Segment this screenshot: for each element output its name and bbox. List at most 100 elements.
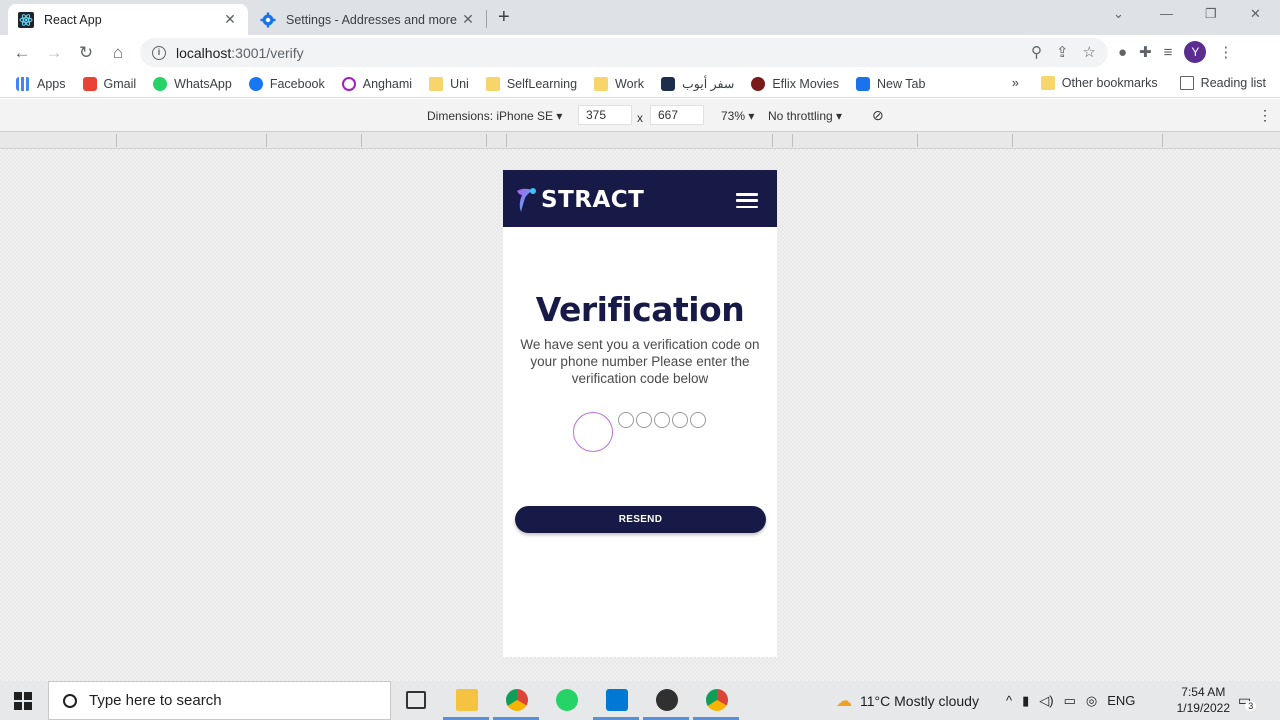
new-tab-icon[interactable]: + — [498, 6, 510, 29]
folder-icon — [1040, 76, 1055, 90]
volume-icon[interactable]: ◁) — [1039, 693, 1053, 709]
otp-digit-1[interactable] — [573, 412, 613, 452]
network-globe-icon[interactable]: ◎ — [1086, 693, 1097, 709]
back-icon[interactable]: ← — [10, 41, 34, 65]
clock[interactable]: 7:54 AM 1/19/2022 — [1177, 684, 1230, 716]
bookmark-uni[interactable]: Uni — [429, 76, 469, 91]
tab-settings[interactable]: Settings - Addresses and more ✕ — [250, 4, 486, 35]
star-icon[interactable]: ☆ — [1083, 43, 1096, 61]
puzzle-icon[interactable]: ✚ — [1139, 43, 1152, 61]
close-tab-icon[interactable]: ✕ — [460, 11, 476, 28]
bookmark-work[interactable]: Work — [594, 76, 644, 91]
share-icon[interactable]: ⇪ — [1056, 43, 1069, 61]
tab-search-icon[interactable]: ⌄ — [1113, 6, 1124, 22]
show-hidden-icons-icon[interactable]: ^ — [1006, 693, 1012, 708]
device-dimensions-select[interactable]: Dimensions: iPhone SE ▾ — [427, 109, 562, 123]
browser-toolbar: ← → ↻ ⌂ i localhost:3001/verify ⚲ ⇪ ☆ ● … — [0, 35, 1280, 70]
bookmark-selflearning[interactable]: SelfLearning — [485, 76, 577, 91]
otp-digit-2[interactable] — [618, 412, 634, 428]
home-icon[interactable]: ⌂ — [106, 41, 130, 65]
url-host: localhost — [176, 44, 232, 61]
address-bar[interactable]: i localhost:3001/verify ⚲ ⇪ ☆ — [140, 38, 1108, 67]
rotate-icon[interactable]: ⊘ — [872, 107, 884, 124]
device-menu-icon[interactable]: ⋮ — [1258, 107, 1272, 124]
avatar[interactable]: Y — [1184, 41, 1207, 63]
tab-react-app[interactable]: React App ✕ — [8, 4, 248, 35]
taskbar-search-input[interactable]: Type here to search — [48, 681, 391, 720]
media-query-ruler[interactable] — [0, 132, 1280, 149]
anghami-icon — [341, 76, 356, 91]
language-indicator[interactable]: ENG — [1107, 693, 1135, 708]
app-header: STRACT — [503, 170, 777, 227]
hamburger-menu-icon[interactable] — [736, 193, 758, 208]
verification-message: We have sent you a verification code on … — [520, 337, 760, 386]
gear-icon — [260, 12, 276, 28]
zoom-icon[interactable]: ⚲ — [1031, 43, 1042, 61]
bookmark-apps[interactable]: Apps — [16, 76, 66, 91]
stract-logo-icon — [515, 186, 539, 214]
bookmark-whatsapp[interactable]: WhatsApp — [153, 76, 232, 91]
tab-separator — [486, 10, 487, 28]
cloudy-weather-icon: ☁ — [836, 692, 852, 710]
notification-icon[interactable]: ▭ 3 — [1238, 681, 1257, 720]
page-title: Verification — [535, 290, 745, 329]
device-toolbar: Dimensions: iPhone SE ▾ 375 x 667 73% ▾ … — [0, 99, 1280, 132]
microphone-icon[interactable]: ▮ — [1022, 693, 1029, 709]
tab-title: React App — [44, 12, 102, 27]
folder-icon — [429, 76, 444, 91]
url-path: :3001/verify — [231, 44, 304, 61]
chrome-icon[interactable] — [506, 689, 528, 711]
otp-input-group — [573, 412, 706, 452]
weather-widget[interactable]: ☁ 11°C Mostly cloudy — [836, 681, 979, 720]
brand-logo[interactable]: STRACT — [515, 186, 644, 214]
system-tray: ^ ▮ ◁) ▭ ◎ ENG — [1006, 681, 1135, 720]
throttling-select[interactable]: No throttling ▾ — [768, 109, 842, 123]
whatsapp-icon — [153, 76, 168, 91]
gmail-icon — [82, 76, 97, 91]
search-icon — [63, 693, 77, 708]
forward-icon[interactable]: → — [42, 41, 66, 65]
windows-taskbar: Type here to search ☁ 11°C Mostly cloudy… — [0, 681, 1280, 720]
window-close-icon[interactable]: ✕ — [1250, 6, 1261, 22]
windows-start-icon[interactable] — [14, 692, 32, 710]
bookmark-new-tab[interactable]: New Tab — [856, 76, 925, 91]
resend-button[interactable]: RESEND — [515, 506, 766, 533]
task-view-icon[interactable] — [406, 691, 426, 709]
media-control-icon[interactable]: ≡ — [1164, 44, 1173, 61]
menu-icon[interactable]: ⋮ — [1218, 43, 1233, 61]
bookmark-safar-ayoub[interactable]: سفر أيوب — [660, 76, 734, 91]
otp-digit-6[interactable] — [690, 412, 706, 428]
tab-strip: React App ✕ Settings - Addresses and mor… — [0, 0, 1280, 35]
battery-icon[interactable]: ▭ — [1064, 693, 1076, 709]
minimize-icon[interactable]: — — [1160, 6, 1173, 21]
bookmark-anghami[interactable]: Anghami — [341, 76, 412, 91]
restore-icon[interactable]: ❐ — [1205, 6, 1217, 22]
other-bookmarks[interactable]: Other bookmarks — [1040, 76, 1158, 90]
bookmark-eflix-movies[interactable]: Eflix Movies — [751, 76, 839, 91]
otp-digit-5[interactable] — [672, 412, 688, 428]
reload-icon[interactable]: ↻ — [74, 41, 98, 65]
reading-list[interactable]: Reading list — [1179, 76, 1266, 90]
extension-icon[interactable]: ● — [1118, 44, 1127, 61]
chrome-icon[interactable] — [706, 689, 728, 711]
otp-digit-3[interactable] — [636, 412, 652, 428]
obs-icon[interactable] — [656, 689, 678, 711]
tab-title: Settings - Addresses and more — [286, 12, 457, 27]
facebook-icon — [248, 76, 263, 91]
viewport-width-input[interactable]: 375 — [578, 105, 632, 125]
vscode-icon[interactable] — [606, 689, 628, 711]
site-info-icon[interactable]: i — [152, 45, 166, 60]
apps-grid-icon — [16, 76, 30, 91]
zoom-select[interactable]: 73% ▾ — [721, 109, 754, 123]
bookmark-facebook[interactable]: Facebook — [248, 76, 325, 91]
close-tab-icon[interactable]: ✕ — [222, 11, 238, 28]
viewport-height-input[interactable]: 667 — [650, 105, 704, 125]
file-explorer-icon[interactable] — [456, 689, 478, 711]
bookmark-gmail[interactable]: Gmail — [82, 76, 136, 91]
otp-digit-4[interactable] — [654, 412, 670, 428]
folder-icon — [594, 76, 609, 91]
dimension-times: x — [637, 111, 643, 125]
whatsapp-taskbar-icon[interactable] — [556, 689, 578, 711]
more-bookmarks-icon[interactable]: » — [1012, 76, 1019, 90]
bookmarks-bar: Apps Gmail WhatsApp Facebook Anghami Uni… — [0, 70, 1280, 98]
